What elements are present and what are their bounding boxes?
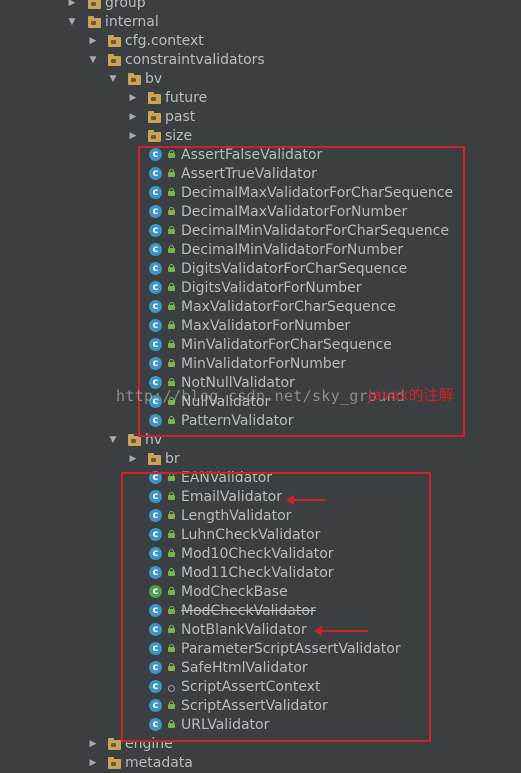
email-validator-pointer-arrow [286, 495, 326, 505]
triangle-right-icon[interactable]: ▶ [127, 89, 139, 108]
triangle-right-icon[interactable]: ▶ [66, 0, 78, 13]
triangle-right-icon[interactable]: ▶ [87, 754, 99, 773]
triangle-right-icon[interactable]: ▶ [87, 32, 99, 51]
node-label: metadata [125, 755, 193, 771]
triangle-down-icon[interactable]: ▼ [107, 431, 119, 450]
package-folder-icon [148, 130, 161, 142]
node-label: bv [145, 71, 163, 87]
triangle-down-icon[interactable]: ▼ [66, 13, 78, 32]
package-folder-icon [108, 54, 121, 66]
triangle-right-icon[interactable]: ▶ [127, 127, 139, 146]
node-label: internal [105, 14, 159, 30]
triangle-right-icon[interactable]: ▶ [87, 735, 99, 754]
triangle-down-icon[interactable]: ▼ [107, 70, 119, 89]
package-folder-icon [128, 73, 141, 85]
node-label: past [165, 109, 196, 125]
node-label: br [165, 451, 180, 467]
annotation-note: Javax的注解 [368, 386, 454, 404]
triangle-right-icon[interactable]: ▶ [127, 108, 139, 127]
hv-highlight-box [121, 472, 431, 742]
watermark-url: http://blog.csdn.net/sky_ground [116, 387, 406, 405]
package-folder-icon [108, 35, 121, 47]
package-folder-icon [148, 92, 161, 104]
node-label: future [165, 90, 208, 106]
package-folder-icon [88, 0, 101, 9]
triangle-right-icon[interactable]: ▶ [127, 450, 139, 469]
node-label: size [165, 128, 193, 144]
package-folder-icon [108, 757, 121, 769]
triangle-down-icon[interactable]: ▼ [87, 51, 99, 70]
node-label: group [105, 0, 146, 11]
node-label: cfg.context [125, 33, 204, 49]
package-folder-icon [148, 111, 161, 123]
node-label: constraintvalidators [125, 52, 265, 68]
package-folder-icon [108, 738, 121, 750]
package-folder-icon [88, 16, 101, 28]
package-folder-icon [148, 453, 161, 465]
not-blank-validator-pointer-arrow [314, 626, 368, 636]
